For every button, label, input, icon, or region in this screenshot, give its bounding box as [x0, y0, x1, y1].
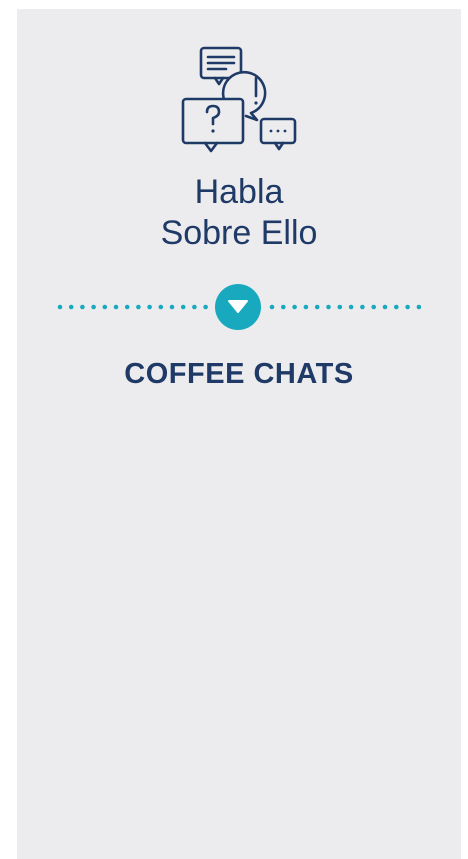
- divider-dot: [57, 304, 63, 310]
- card-title: Habla Sobre Ello: [17, 172, 461, 254]
- expand-toggle-button[interactable]: [215, 284, 261, 330]
- divider-dot: [292, 304, 297, 310]
- divider-dot: [405, 304, 410, 310]
- divider-dot: [394, 304, 399, 310]
- divider-dot: [281, 304, 286, 310]
- divider-dot: [303, 304, 309, 310]
- divider-dot: [416, 304, 421, 310]
- divider-dot: [192, 304, 197, 310]
- divider-dot: [337, 304, 343, 310]
- title-line-2: Sobre Ello: [160, 214, 318, 252]
- content-card: Habla Sobre Ello COFFEE CHATS: [17, 9, 461, 859]
- divider-dot: [326, 304, 331, 310]
- divider-dot: [382, 304, 388, 310]
- divider-dot: [80, 304, 85, 310]
- divider-dot: [113, 304, 119, 310]
- divider-dot: [169, 304, 175, 310]
- divider-dot: [348, 304, 354, 310]
- title-line-1: Habla: [194, 173, 284, 211]
- divider-dot: [136, 304, 141, 310]
- divider-dot: [91, 304, 96, 310]
- divider-dot: [68, 304, 74, 310]
- divider-dot: [147, 304, 152, 310]
- caret-down-icon: [228, 300, 248, 313]
- divider-dot: [314, 304, 320, 310]
- divider-dot: [180, 304, 186, 310]
- divider-dot: [158, 304, 164, 310]
- divider-dot: [371, 304, 377, 310]
- conversation-bubbles-icon: [179, 45, 299, 155]
- divider-dot: [360, 304, 365, 310]
- section-subheading: COFFEE CHATS: [124, 358, 354, 390]
- divider-dot: [102, 304, 108, 310]
- divider-dot: [269, 304, 275, 310]
- divider-dot: [124, 304, 130, 310]
- divider-dot: [203, 304, 208, 310]
